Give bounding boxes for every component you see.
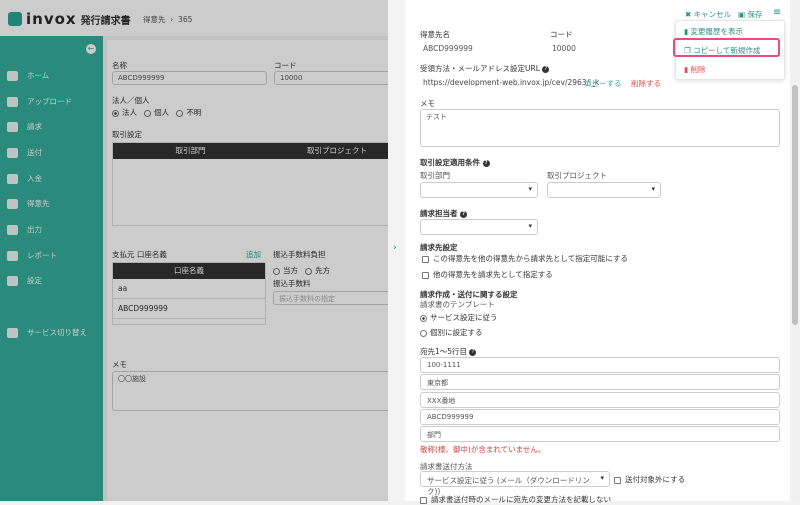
highlight-box bbox=[673, 38, 780, 57]
address-label: 宛先1〜5行目 ? bbox=[420, 346, 477, 357]
memo-label: メモ bbox=[420, 99, 435, 108]
customer-name-label: 得意先名 bbox=[420, 30, 450, 39]
help-icon[interactable]: ? bbox=[469, 348, 477, 356]
dept-select[interactable] bbox=[420, 182, 538, 198]
code-label: コード bbox=[550, 30, 573, 39]
checkbox[interactable] bbox=[422, 271, 429, 279]
no-change-note-option[interactable]: 請求書送付時のメールに宛先の変更方法を記載しない bbox=[420, 494, 611, 505]
trade-condition-label: 取引設定適用条件 ? bbox=[420, 157, 490, 168]
template-follow-service[interactable]: サービス設定に従う bbox=[420, 312, 498, 323]
scrollbar-thumb[interactable] bbox=[792, 85, 798, 325]
panel-gutter: › bbox=[388, 0, 405, 501]
exclude-send-option[interactable]: 送付対象外にする bbox=[614, 474, 685, 485]
project-label: 取引プロジェクト bbox=[547, 171, 607, 180]
address-line-5[interactable]: 部門 bbox=[420, 426, 780, 442]
chevron-right-icon[interactable]: › bbox=[393, 243, 397, 253]
radio[interactable] bbox=[420, 314, 427, 322]
project-select[interactable] bbox=[547, 182, 661, 198]
document-icon: ▮ bbox=[684, 27, 689, 36]
close-icon: ✖ bbox=[685, 10, 692, 19]
code-value: 10000 bbox=[552, 44, 576, 53]
address-error: 敬称(様、御中)が含まれていません。 bbox=[420, 445, 546, 454]
checkbox[interactable] bbox=[614, 476, 621, 484]
cancel-button[interactable]: ✖ キャンセル bbox=[685, 9, 731, 20]
checkbox[interactable] bbox=[420, 496, 427, 504]
checkbox[interactable] bbox=[422, 255, 429, 263]
help-icon[interactable]: ? bbox=[482, 159, 490, 167]
billto-option-1[interactable]: この得意先を他の得意先から請求先として指定可能にする bbox=[422, 253, 628, 264]
modal-overlay[interactable] bbox=[0, 0, 388, 501]
send-method-select[interactable]: サービス設定に従う (メール（ダウンロードリンク)) bbox=[420, 471, 610, 496]
dept-label: 取引部門 bbox=[420, 171, 450, 180]
template-label: 請求書のテンプレート bbox=[420, 300, 495, 309]
menu-item-delete[interactable]: ▮ 削除 bbox=[684, 64, 706, 75]
trash-icon: ▮ bbox=[684, 65, 689, 74]
billto-option-2[interactable]: 他の得意先を請求先として指定する bbox=[422, 269, 553, 280]
owner-label: 請求担当者 ? bbox=[420, 208, 468, 219]
help-icon[interactable]: ? bbox=[542, 65, 550, 73]
radio[interactable] bbox=[420, 329, 427, 337]
address-line-4[interactable]: ABCD999999 bbox=[420, 409, 780, 425]
hamburger-menu-icon[interactable]: ≡ bbox=[773, 7, 781, 18]
address-line-1[interactable]: 100-1111 bbox=[420, 357, 780, 373]
billto-label: 請求先設定 bbox=[420, 243, 458, 252]
address-line-3[interactable]: XXX番地 bbox=[420, 392, 780, 408]
help-icon[interactable]: ? bbox=[460, 210, 468, 218]
owner-select[interactable] bbox=[420, 219, 538, 235]
save-button[interactable]: ▣ 保存 bbox=[738, 9, 762, 20]
address-line-2[interactable]: 東京都 bbox=[420, 374, 780, 390]
memo-textarea[interactable]: テスト bbox=[420, 109, 780, 147]
url-label: 受領方法・メールアドレス設定URL ? bbox=[420, 63, 550, 74]
delete-url-link[interactable]: 削除する bbox=[631, 78, 661, 89]
save-icon: ▣ bbox=[738, 10, 746, 19]
menu-item-history[interactable]: ▮ 変更履歴を表示 bbox=[684, 26, 743, 37]
copy-url-link[interactable]: コピーする bbox=[584, 78, 622, 89]
customer-name-value: ABCD999999 bbox=[423, 44, 473, 53]
url-value: https://development-web.invox.jp/cev/296… bbox=[423, 78, 600, 87]
template-individual[interactable]: 個別に設定する bbox=[420, 327, 483, 338]
